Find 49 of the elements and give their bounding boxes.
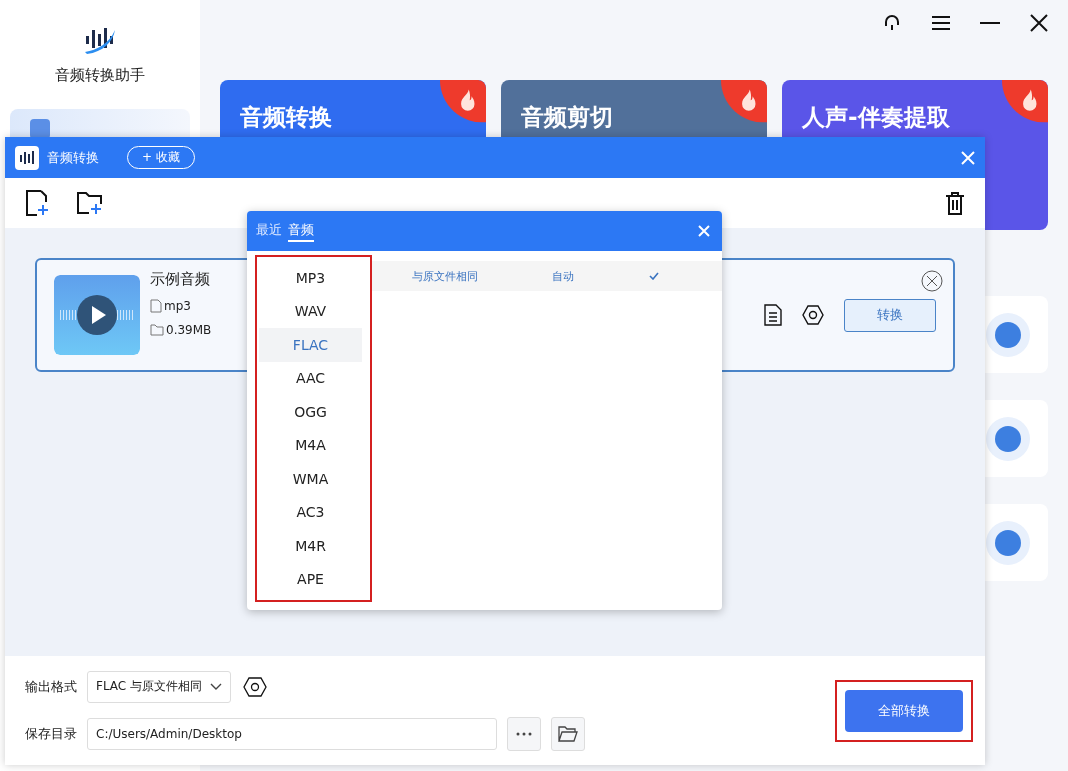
chevron-icon bbox=[210, 682, 223, 691]
card-title: 音频转换 bbox=[240, 104, 332, 130]
format-option[interactable]: M4A bbox=[259, 428, 362, 462]
settings-document-icon[interactable] bbox=[764, 304, 782, 326]
open-folder-button[interactable] bbox=[551, 716, 585, 751]
popup-tab[interactable]: 音频 bbox=[288, 220, 314, 242]
settings-icon[interactable] bbox=[243, 676, 268, 697]
app-icon bbox=[30, 119, 50, 139]
add-folder-icon[interactable] bbox=[77, 191, 103, 215]
add-file-icon[interactable] bbox=[25, 190, 49, 216]
more-icon bbox=[516, 731, 532, 736]
card-title: 人声-伴奏提取 bbox=[802, 104, 950, 130]
app-title: 音频转换助手 bbox=[55, 66, 145, 85]
quality-option[interactable]: 与原文件相同 自动 bbox=[372, 261, 722, 291]
format-option[interactable]: APE bbox=[259, 562, 362, 596]
directory-field[interactable]: C:/Users/Admin/Desktop bbox=[87, 717, 497, 750]
format-dropdown[interactable]: FLAC 与原文件相同 bbox=[87, 670, 232, 703]
logo-icon bbox=[15, 145, 39, 170]
rate-text: 自动 bbox=[552, 268, 575, 284]
menu-icon[interactable] bbox=[932, 15, 950, 31]
convert-all-button[interactable]: 全部转换 bbox=[845, 689, 963, 732]
file-name: 示例音频 bbox=[150, 270, 211, 289]
card-title: 音频剪切 bbox=[521, 104, 613, 130]
folder-icon bbox=[558, 725, 578, 742]
format-label: 输出格式 bbox=[25, 677, 77, 696]
minimize-icon[interactable] bbox=[980, 21, 1000, 25]
convert-button[interactable]: 转换 bbox=[844, 298, 936, 332]
remove-icon[interactable] bbox=[921, 270, 943, 292]
file-size: 0.39MB bbox=[166, 323, 212, 337]
format-option[interactable]: WAV bbox=[259, 294, 362, 328]
folder-icon bbox=[150, 324, 164, 336]
format-option[interactable]: OGG bbox=[259, 395, 362, 429]
play-thumbnail[interactable] bbox=[54, 275, 140, 355]
file-format: mp3 bbox=[164, 299, 191, 313]
file-icon bbox=[150, 299, 162, 313]
close-icon[interactable] bbox=[1030, 14, 1048, 32]
popup-tab[interactable]: 最近 bbox=[256, 220, 282, 242]
format-option[interactable]: M4R bbox=[259, 529, 362, 563]
headset-icon[interactable] bbox=[882, 13, 902, 33]
format-option[interactable]: AAC bbox=[259, 361, 362, 395]
quality-text: 与原文件相同 bbox=[412, 268, 479, 284]
format-option[interactable]: FLAC bbox=[259, 328, 362, 362]
dialog-title: 音频转换 bbox=[47, 148, 99, 167]
settings-icon[interactable] bbox=[802, 305, 824, 325]
directory-label: 保存目录 bbox=[25, 724, 77, 743]
format-option[interactable]: AC3 bbox=[259, 495, 362, 529]
format-option[interactable]: MP3 bbox=[259, 261, 362, 295]
trash-icon[interactable] bbox=[945, 191, 965, 215]
format-option[interactable]: WMA bbox=[259, 462, 362, 496]
